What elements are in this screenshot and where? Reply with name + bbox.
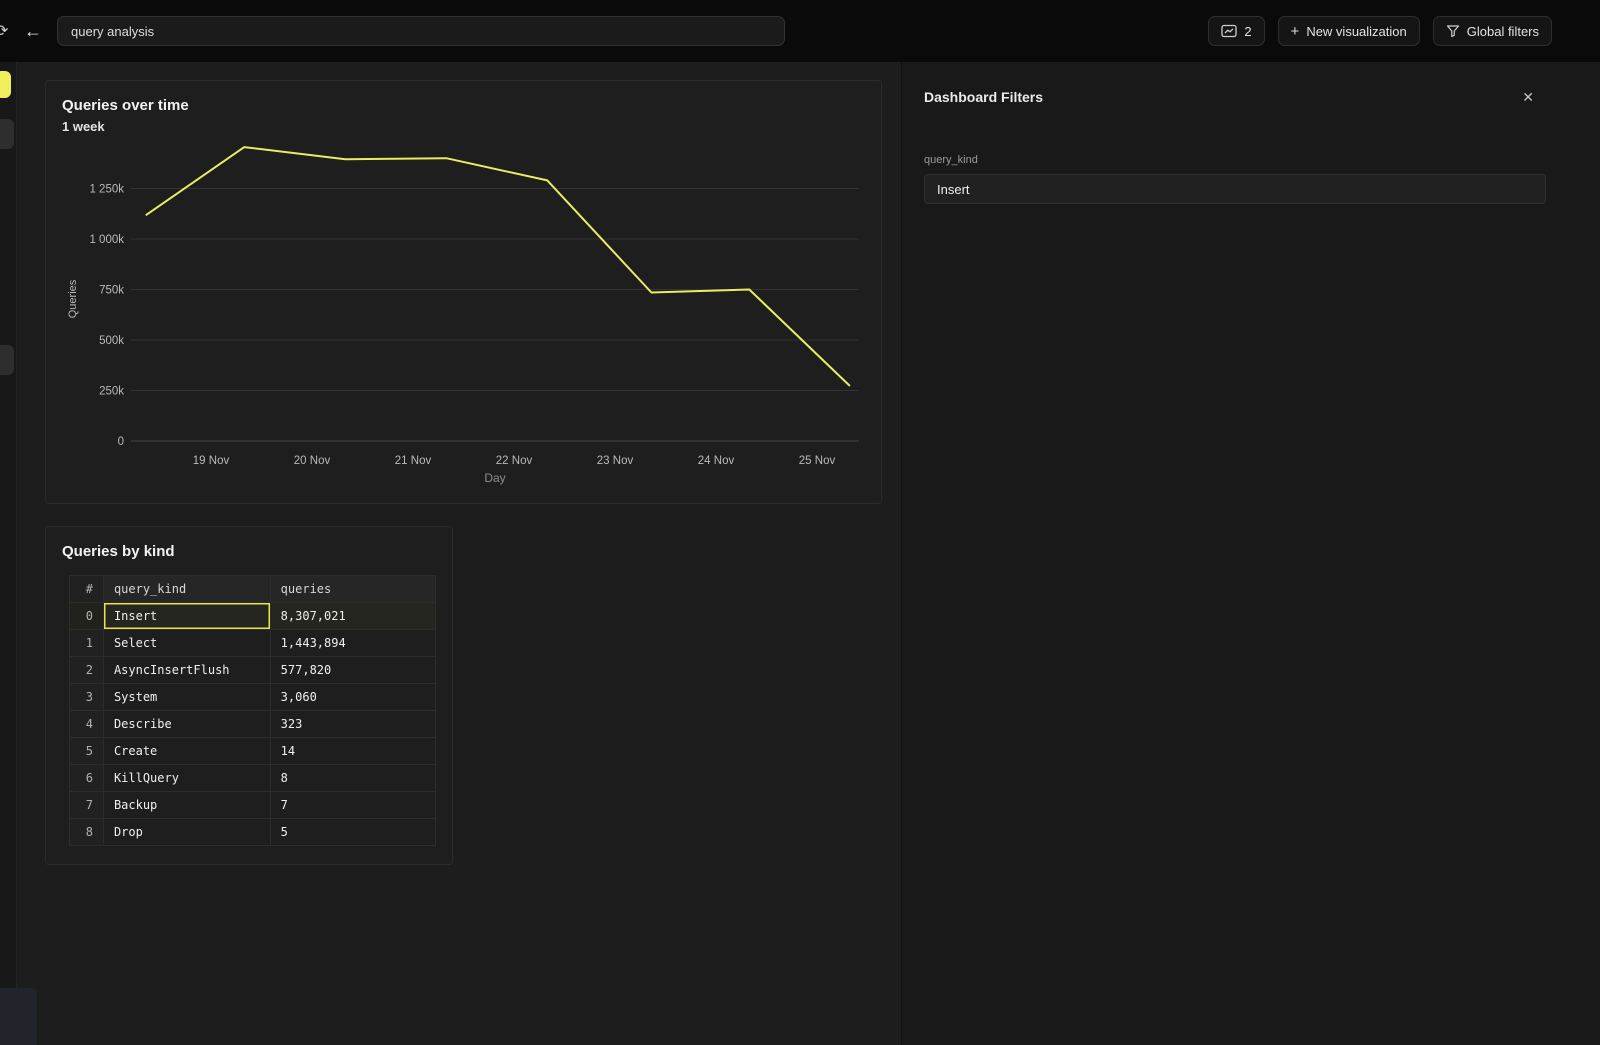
topbar-actions: 2 + New visualization Global filters [1208, 16, 1552, 46]
svg-text:1 000k: 1 000k [89, 234, 124, 246]
svg-text:500k: 500k [99, 335, 124, 347]
table-header-row: # query_kind queries [70, 576, 436, 603]
query-kind-cell[interactable]: Insert [103, 603, 270, 630]
filters-panel-title: Dashboard Filters [924, 89, 1043, 105]
query-kind-cell[interactable]: Describe [103, 711, 270, 738]
svg-text:24 Nov: 24 Nov [698, 455, 735, 467]
query-kind-filter-input[interactable]: Insert [924, 174, 1546, 204]
row-index-cell: 4 [70, 711, 104, 738]
query-kind-cell[interactable]: System [103, 684, 270, 711]
funnel-icon [1446, 24, 1460, 38]
left-rail [0, 62, 17, 1045]
new-visualization-button[interactable]: + New visualization [1278, 16, 1420, 46]
app-window: ⟳ ← 2 + New visualization [0, 0, 1600, 1045]
visualization-icon [1221, 24, 1237, 38]
chart-subtitle: 1 week [62, 117, 865, 137]
table-row: 1Select1,443,894 [70, 630, 436, 657]
svg-text:1 250k: 1 250k [89, 184, 124, 196]
table-row: 3System3,060 [70, 684, 436, 711]
col-header-query-kind: query_kind [103, 576, 270, 603]
svg-text:19 Nov: 19 Nov [193, 455, 230, 467]
row-index-cell: 7 [70, 792, 104, 819]
queries-by-kind-card: Queries by kind # query_kind queries 0In… [45, 526, 453, 865]
queries-count-cell[interactable]: 8 [270, 765, 435, 792]
svg-text:Day: Day [484, 471, 505, 485]
svg-text:20 Nov: 20 Nov [294, 455, 331, 467]
query-kind-cell[interactable]: AsyncInsertFlush [103, 657, 270, 684]
table-row: 8Drop5 [70, 819, 436, 846]
dashboard-title-input[interactable] [57, 16, 785, 46]
queries-table: # query_kind queries 0Insert8,307,0211Se… [69, 575, 436, 846]
col-header-queries: queries [270, 576, 435, 603]
table-row: 6KillQuery8 [70, 765, 436, 792]
col-header-index: # [70, 576, 104, 603]
row-index-cell: 8 [70, 819, 104, 846]
svg-text:Queries: Queries [67, 279, 79, 318]
table-row: 4Describe323 [70, 711, 436, 738]
top-bar: ⟳ ← 2 + New visualization [0, 0, 1600, 62]
table-title: Queries by kind [62, 541, 436, 563]
query-kind-cell[interactable]: Drop [103, 819, 270, 846]
queries-count-cell[interactable]: 1,443,894 [270, 630, 435, 657]
table-row: 0Insert8,307,021 [70, 603, 436, 630]
row-index-cell: 1 [70, 630, 104, 657]
queries-table-body: 0Insert8,307,0211Select1,443,8942AsyncIn… [70, 603, 436, 846]
visualization-count-button[interactable]: 2 [1208, 16, 1264, 46]
global-filters-label: Global filters [1467, 24, 1539, 39]
visualization-count: 2 [1244, 24, 1251, 39]
query-kind-cell[interactable]: Backup [103, 792, 270, 819]
queries-count-cell[interactable]: 3,060 [270, 684, 435, 711]
svg-text:22 Nov: 22 Nov [496, 455, 533, 467]
row-index-cell: 5 [70, 738, 104, 765]
filter-field-label: query_kind [924, 154, 1578, 166]
history-icon[interactable]: ⟳ [0, 21, 19, 41]
queries-count-cell[interactable]: 5 [270, 819, 435, 846]
global-filters-button[interactable]: Global filters [1433, 16, 1552, 46]
queries-over-time-card: Queries over time 1 week 0 250k 500k 750k 1 … [45, 80, 882, 504]
row-index-cell: 2 [70, 657, 104, 684]
row-index-cell: 6 [70, 765, 104, 792]
row-index-cell: 0 [70, 603, 104, 630]
table-row: 7Backup7 [70, 792, 436, 819]
table-row: 5Create14 [70, 738, 436, 765]
rail-item-active[interactable] [0, 71, 11, 98]
new-visualization-label: New visualization [1306, 24, 1406, 39]
queries-count-cell[interactable]: 323 [270, 711, 435, 738]
svg-text:750k: 750k [99, 285, 124, 297]
queries-count-cell[interactable]: 7 [270, 792, 435, 819]
back-button[interactable]: ← [19, 21, 47, 42]
query-kind-cell[interactable]: Select [103, 630, 270, 657]
row-index-cell: 3 [70, 684, 104, 711]
queries-count-cell[interactable]: 8,307,021 [270, 603, 435, 630]
dashboard-filters-panel: Dashboard Filters ✕ query_kind Insert [901, 62, 1600, 1045]
svg-text:0: 0 [118, 436, 124, 448]
queries-count-cell[interactable]: 14 [270, 738, 435, 765]
query-kind-cell[interactable]: Create [103, 738, 270, 765]
svg-text:21 Nov: 21 Nov [395, 455, 432, 467]
query-kind-cell[interactable]: KillQuery [103, 765, 270, 792]
close-icon[interactable]: ✕ [1518, 86, 1538, 108]
svg-text:23 Nov: 23 Nov [597, 455, 634, 467]
queries-line-chart: 0 250k 500k 750k 1 000k 1 250k 19 Nov 20 Nov 21 … [62, 141, 867, 489]
dashboard-content: Queries over time 1 week 0 250k 500k 750k 1 … [17, 62, 901, 1045]
svg-text:250k: 250k [99, 386, 124, 398]
chart-title: Queries over time [62, 95, 865, 117]
rail-item[interactable] [0, 345, 14, 375]
svg-text:25 Nov: 25 Nov [799, 455, 836, 467]
bottom-left-panel[interactable] [0, 988, 37, 1045]
table-row: 2AsyncInsertFlush577,820 [70, 657, 436, 684]
rail-item[interactable] [0, 119, 14, 149]
plus-icon: + [1291, 24, 1300, 39]
queries-count-cell[interactable]: 577,820 [270, 657, 435, 684]
